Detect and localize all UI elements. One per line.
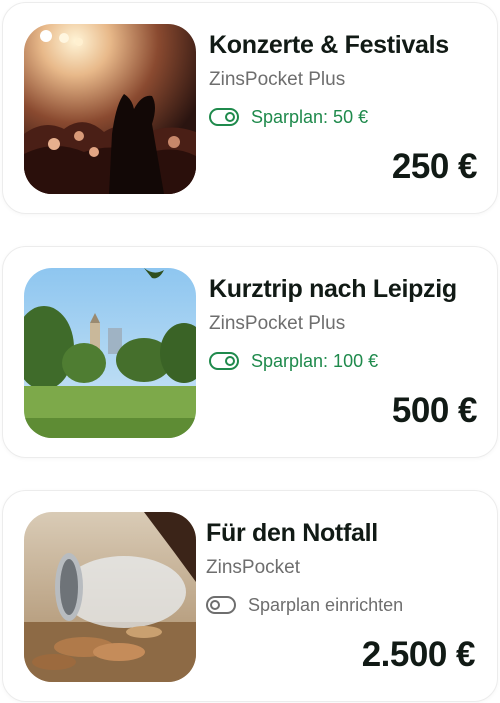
pocket-product: ZinsPocket Plus: [209, 69, 346, 90]
coin-jar-photo: [24, 512, 196, 682]
pocket-card-leipzig[interactable]: Kurztrip nach Leipzig ZinsPocket Plus Sp…: [2, 246, 498, 458]
savings-plan-toggle[interactable]: Sparplan: 50 €: [209, 105, 368, 129]
toggle-on-icon: [209, 352, 239, 370]
toggle-on-icon: [209, 108, 239, 126]
savings-plan-label: Sparplan einrichten: [248, 594, 404, 615]
pocket-product: ZinsPocket: [206, 557, 300, 578]
pocket-card-konzerte[interactable]: Konzerte & Festivals ZinsPocket Plus Spa…: [2, 2, 498, 214]
toggle-off-icon: [206, 596, 236, 614]
savings-plan-label: Sparplan: 50 €: [251, 106, 369, 127]
pocket-title: Für den Notfall: [206, 519, 378, 547]
pocket-card-notfall[interactable]: Für den Notfall ZinsPocket Sparplan einr…: [2, 490, 498, 702]
pocket-product: ZinsPocket Plus: [209, 313, 346, 334]
pocket-amount: 250 €: [391, 147, 478, 186]
savings-plan-label: Sparplan: 100 €: [251, 350, 379, 371]
leipzig-park-photo: [24, 268, 196, 438]
concert-photo: [24, 24, 196, 194]
setup-savings-plan-toggle[interactable]: Sparplan einrichten: [206, 593, 403, 617]
pocket-title: Kurztrip nach Leipzig: [209, 275, 457, 303]
pocket-list: Konzerte & Festivals ZinsPocket Plus Spa…: [0, 0, 500, 703]
pocket-amount: 2.500 €: [361, 635, 476, 674]
pocket-amount: 500 €: [391, 391, 478, 430]
savings-plan-toggle[interactable]: Sparplan: 100 €: [209, 349, 378, 373]
pocket-title: Konzerte & Festivals: [209, 31, 449, 59]
